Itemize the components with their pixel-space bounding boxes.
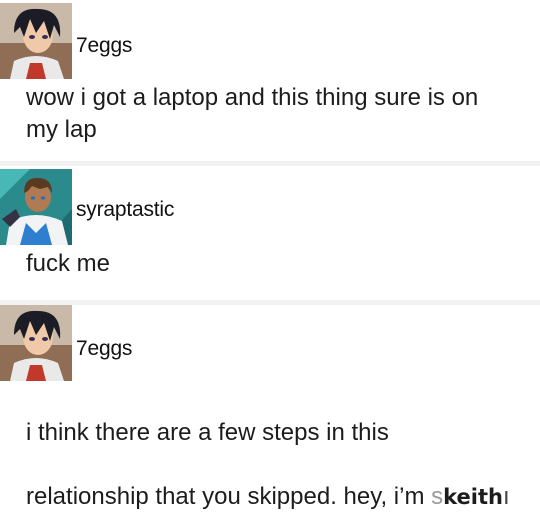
keith-overlay-label: keith <box>443 485 503 509</box>
post-3: 7eggs i think there are a few steps in t… <box>0 305 540 510</box>
keith-avatar-icon[interactable] <box>0 305 72 381</box>
post-1: 7eggs wow i got a laptop and this thing … <box>0 0 540 160</box>
post-text-line-1: i think there are a few steps in this <box>26 419 389 446</box>
post-text: fuck me <box>26 250 111 277</box>
post-2: syraptastic fuck me <box>0 166 540 300</box>
post-username[interactable]: 7eggs <box>76 337 132 361</box>
post-text: wow i got a laptop and this thing sure i… <box>26 84 479 143</box>
post-username[interactable]: syraptastic <box>76 198 174 222</box>
post-text-tail: ı <box>502 483 510 510</box>
keith-avatar-icon[interactable] <box>0 3 72 79</box>
post-text-cut: s <box>431 483 444 510</box>
post-text-line-2: relationship that you skipped. hey, i’m <box>26 483 432 510</box>
post-username[interactable]: 7eggs <box>76 34 132 58</box>
lance-avatar-icon[interactable] <box>0 169 72 245</box>
post-text: i think there are a few steps in this re… <box>26 385 526 513</box>
